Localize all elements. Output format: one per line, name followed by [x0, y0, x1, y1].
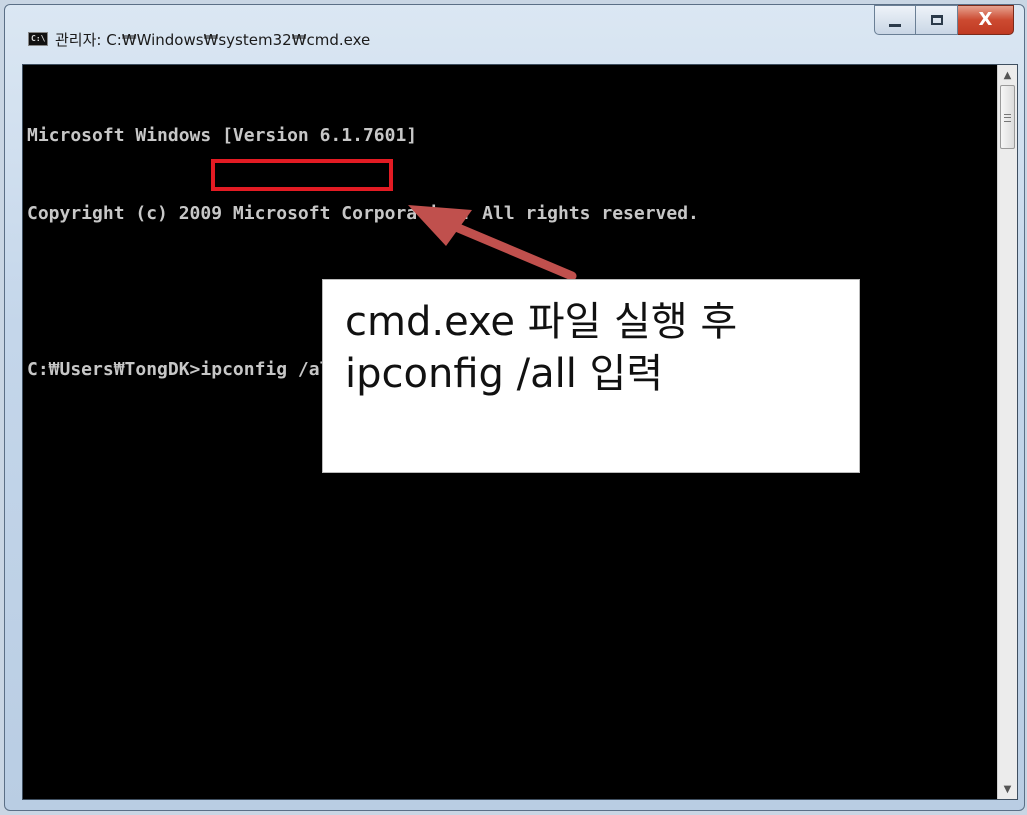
console-command: ipconfig /all [200, 359, 342, 380]
callout-line-2: ipconfig /all 입력 [345, 351, 664, 397]
close-icon: X [978, 9, 993, 30]
scroll-thumb[interactable] [1000, 85, 1015, 149]
window-controls: X [874, 5, 1014, 41]
title-bar[interactable]: 관리자: C:₩Windows₩system32₩cmd.exe X [5, 5, 1024, 49]
console-prompt: C:₩Users₩TongDK> [27, 359, 201, 380]
minimize-icon [889, 23, 901, 27]
maximize-button[interactable] [916, 5, 958, 35]
minimize-button[interactable] [874, 5, 916, 35]
callout-line-1: cmd.exe 파일 실행 후 [345, 299, 738, 345]
vertical-scrollbar[interactable]: ▲ ▼ [997, 65, 1017, 799]
maximize-icon [930, 15, 943, 25]
annotation-callout: cmd.exe 파일 실행 후 ipconfig /all 입력 [322, 279, 860, 473]
scroll-down-arrow-icon[interactable]: ▼ [998, 779, 1017, 799]
command-highlight-box [211, 159, 393, 191]
grip-icon [1004, 114, 1011, 122]
console-line: Microsoft Windows [Version 6.1.7601] [27, 125, 418, 146]
close-button[interactable]: X [958, 5, 1014, 35]
window-title: 관리자: C:₩Windows₩system32₩cmd.exe [55, 31, 371, 49]
console-line: Copyright (c) 2009 Microsoft Corporation… [27, 203, 699, 224]
cmd-icon[interactable] [28, 32, 48, 46]
scroll-up-arrow-icon[interactable]: ▲ [998, 65, 1017, 85]
